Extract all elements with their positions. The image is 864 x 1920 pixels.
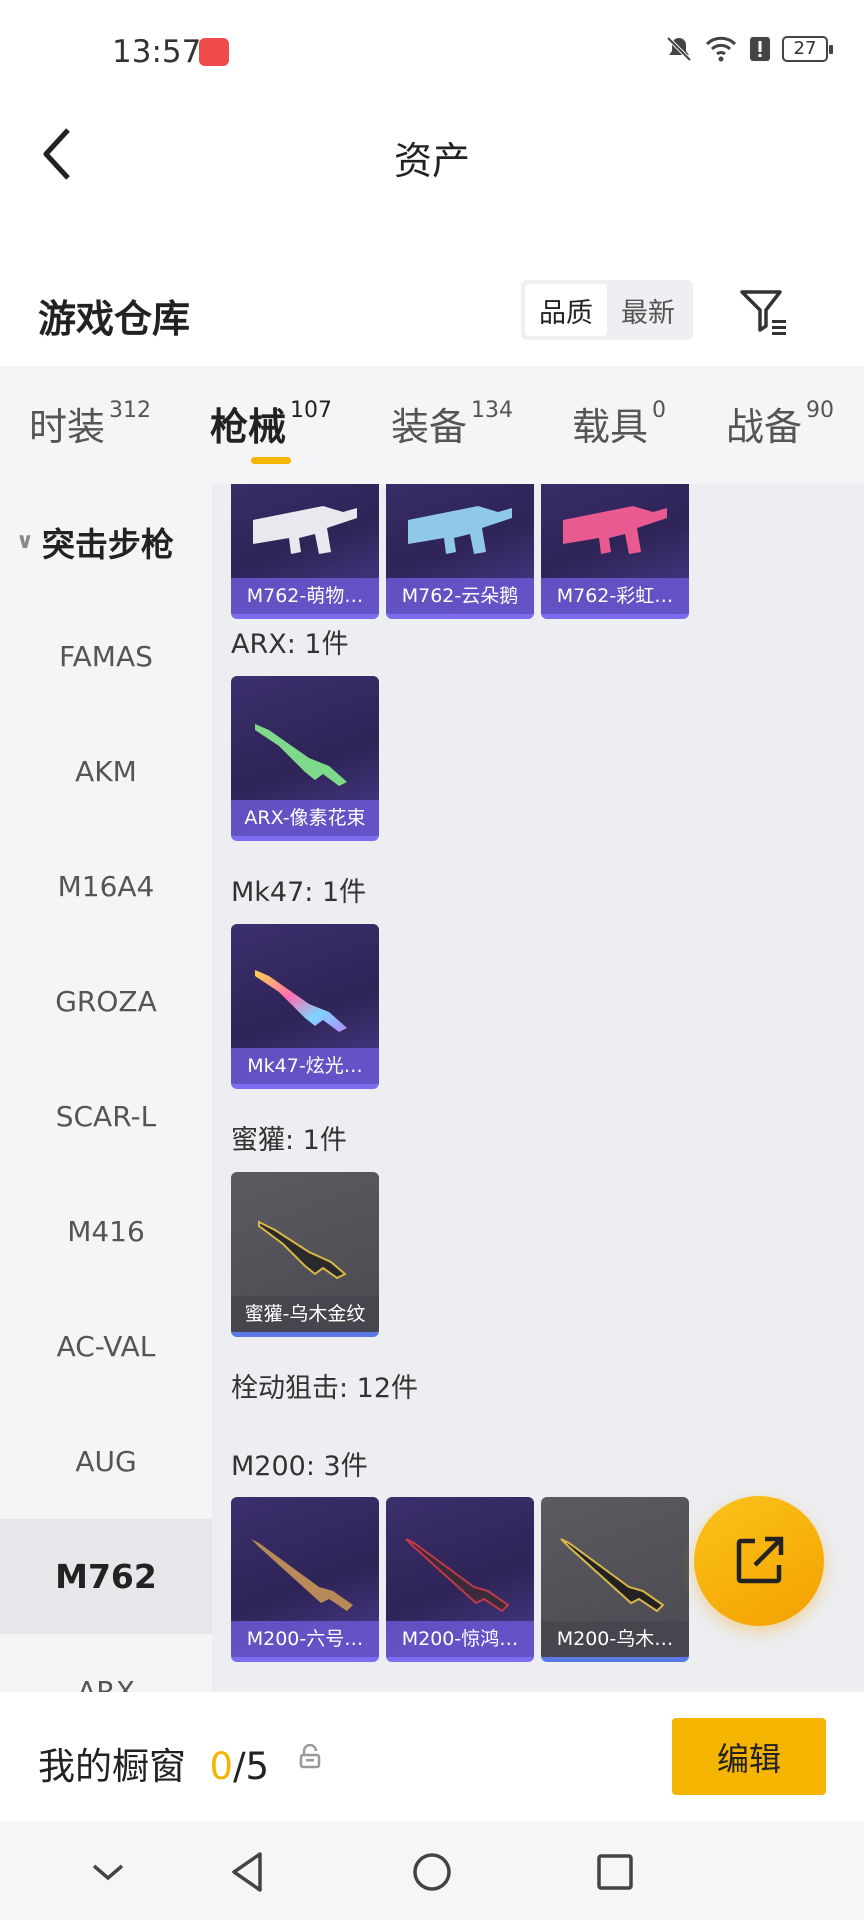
filter-icon (740, 290, 786, 335)
chevron-down-icon[interactable] (84, 1848, 132, 1896)
item-card[interactable]: M200-惊鸿… (386, 1497, 534, 1662)
share-button[interactable] (694, 1496, 824, 1626)
page-title: 资产 (393, 139, 470, 183)
sidebar-item-m416[interactable]: M416 (0, 1174, 212, 1289)
sort-by-quality[interactable]: 品质 (525, 284, 607, 336)
category-tabs: 时装 312 枪械 107 装备 134 载具 0 战备 90 (0, 366, 864, 484)
tab-label: 时装 (29, 405, 106, 449)
sort-by-newest[interactable]: 最新 (607, 284, 689, 336)
sort-toggle: 品质 最新 (521, 280, 693, 340)
clock: 13:57 (112, 34, 202, 70)
share-icon (736, 1536, 784, 1584)
home-circle-icon[interactable] (408, 1848, 456, 1896)
alert-icon (750, 37, 770, 61)
section-header: 游戏仓库 品质 最新 (0, 270, 864, 360)
showcase-title: 我的橱窗 (38, 1745, 186, 1788)
item-card[interactable]: M200-六号… (231, 1497, 379, 1662)
chevron-down-icon: ∨ (16, 529, 34, 554)
item-card[interactable]: M762-彩虹… (541, 484, 689, 619)
item-name: M200-惊鸿… (386, 1621, 534, 1657)
rifle-icon (258, 1220, 347, 1280)
active-tab-indicator (251, 457, 291, 464)
tab-firearms[interactable]: 枪械 107 (210, 396, 332, 451)
sidebar-item-scar-l[interactable]: SCAR-L (0, 1059, 212, 1174)
group-label-bolt-action: 栓动狙击: 12件 (231, 1373, 419, 1404)
item-card[interactable]: 蜜獾-乌木金纹 (231, 1172, 379, 1337)
mute-icon (666, 36, 692, 62)
status-icons: 27 (664, 34, 833, 64)
tab-count: 107 (290, 398, 333, 423)
item-name: M200-乌木… (541, 1621, 689, 1657)
sidebar-item-famas[interactable]: FAMAS (0, 599, 212, 714)
item-card[interactable]: M762-萌物… (231, 484, 379, 619)
item-name: M200-六号… (231, 1621, 379, 1657)
sidebar-item-m16a4[interactable]: M16A4 (0, 829, 212, 944)
tab-label: 载具 (572, 405, 649, 449)
group-label-mk47: Mk47: 1件 (231, 877, 367, 908)
sidebar-item-ac-val[interactable]: AC-VAL (0, 1289, 212, 1404)
rifle-icon (563, 506, 667, 554)
section-title: 游戏仓库 (38, 297, 191, 341)
item-name: M762-萌物… (231, 578, 379, 614)
item-card[interactable]: M762-云朵鹅 (386, 484, 534, 619)
item-card[interactable]: Mk47-炫光… (231, 924, 379, 1089)
recents-square-icon[interactable] (591, 1848, 639, 1896)
item-card[interactable]: ARX-像素花束 (231, 676, 379, 841)
sidebar-item-groza[interactable]: GROZA (0, 944, 212, 1059)
top-bar: 资产 (0, 100, 864, 210)
rifle-icon (255, 970, 347, 1032)
item-name: Mk47-炫光… (231, 1048, 379, 1084)
system-nav-bar (0, 1822, 864, 1920)
sidebar-item-akm[interactable]: AKM (0, 714, 212, 829)
battery-indicator: 27 (782, 36, 833, 62)
item-name: M762-彩虹… (541, 578, 689, 614)
tab-label: 枪械 (210, 405, 287, 449)
tab-fashion[interactable]: 时装 312 (29, 396, 151, 451)
app-notification-icon (199, 38, 229, 66)
sidebar-category-assault-rifle[interactable]: ∨ 突击步枪 (0, 484, 212, 599)
sniper-icon (405, 1538, 510, 1613)
rifle-icon (408, 506, 512, 554)
filter-button[interactable] (736, 284, 792, 340)
item-card[interactable]: M200-乌木… (541, 1497, 689, 1662)
tab-supplies[interactable]: 战备 90 (726, 396, 834, 451)
showcase-current: 0 (209, 1745, 234, 1788)
showcase-total: /5 (233, 1745, 270, 1788)
sidebar-item-aug[interactable]: AUG (0, 1404, 212, 1519)
sidebar-item-arx[interactable]: ARX (0, 1634, 212, 1692)
status-bar: 13:57 27 (0, 0, 864, 100)
tab-vehicles[interactable]: 载具 0 (572, 396, 666, 451)
lock-icon (299, 1744, 321, 1769)
item-name: 蜜獾-乌木金纹 (231, 1296, 379, 1332)
tab-count: 0 (652, 398, 667, 423)
back-triangle-icon[interactable] (224, 1848, 272, 1896)
sidebar-item-m762[interactable]: M762 (0, 1519, 212, 1634)
sniper-icon (560, 1538, 665, 1613)
edit-button[interactable]: 编辑 (672, 1718, 826, 1795)
rifle-icon (253, 506, 357, 554)
showcase-bar: 我的橱窗 0/5 编辑 (0, 1692, 864, 1822)
category-label: 突击步枪 (41, 524, 174, 564)
group-label-honeybadger: 蜜獾: 1件 (231, 1125, 347, 1156)
tab-count: 134 (471, 398, 514, 423)
tab-label: 战备 (726, 405, 803, 449)
wifi-icon (705, 36, 737, 62)
sniper-icon (251, 1539, 353, 1611)
tab-equipment[interactable]: 装备 134 (391, 396, 513, 451)
weapon-type-sidebar: ∨ 突击步枪 FAMAS AKM M16A4 GROZA SCAR-L M416… (0, 484, 212, 1692)
showcase-label: 我的橱窗 0/5 (38, 1736, 269, 1790)
group-label-m200: M200: 3件 (231, 1451, 368, 1482)
tab-count: 312 (109, 398, 152, 423)
group-label-arx: ARX: 1件 (231, 629, 349, 660)
tab-label: 装备 (391, 405, 468, 449)
rifle-icon (255, 724, 347, 786)
item-name: M762-云朵鹅 (386, 578, 534, 614)
item-name: ARX-像素花束 (231, 800, 379, 836)
tab-count: 90 (806, 398, 835, 423)
